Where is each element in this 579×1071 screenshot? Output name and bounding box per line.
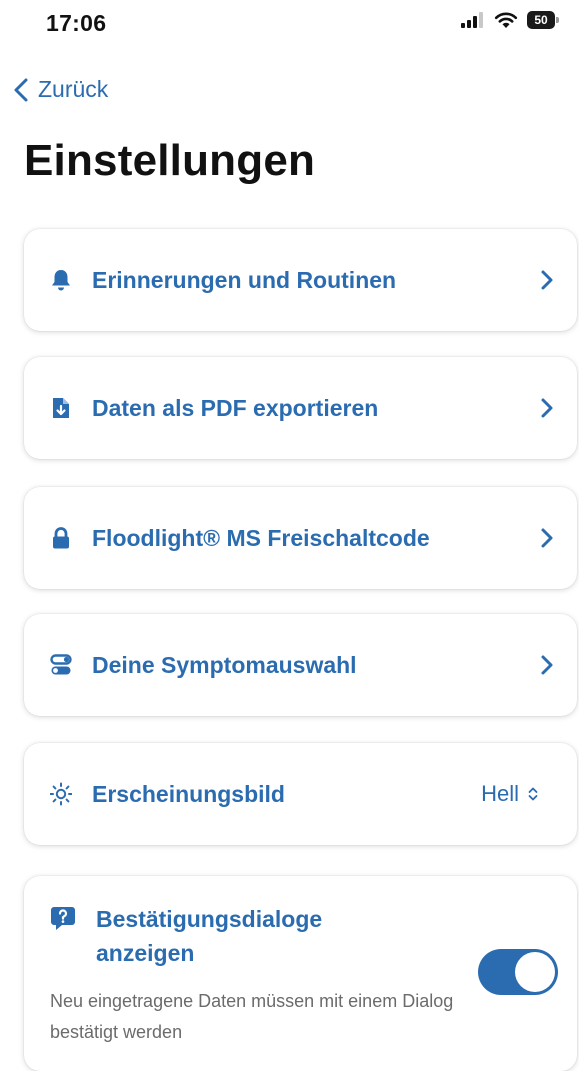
- chevron-right-icon: [541, 528, 553, 548]
- signal-icon: [461, 12, 483, 28]
- chevron-right-icon: [541, 270, 553, 290]
- chevron-left-icon: [14, 78, 28, 101]
- chevron-right-icon: [541, 655, 553, 675]
- settings-item-appearance[interactable]: Erscheinungsbild Hell: [24, 743, 577, 845]
- status-time: 17:06: [46, 10, 107, 36]
- confirm-dialogs-toggle[interactable]: [478, 949, 558, 995]
- appearance-picker[interactable]: Hell: [481, 781, 539, 807]
- question-bubble-icon: [51, 907, 75, 930]
- settings-item-label: Erinnerungen und Routinen: [92, 266, 397, 293]
- symptom-selection-icon: [50, 654, 72, 675]
- chevron-right-icon: [541, 398, 553, 418]
- bell-icon: [52, 270, 70, 291]
- confirm-dialogs-header: Bestätigungsdialoge anzeigen: [50, 902, 551, 970]
- sun-icon: [50, 782, 72, 806]
- confirm-dialogs-title: Bestätigungsdialoge anzeigen: [96, 906, 323, 966]
- status-bar: 17:06 50: [0, 0, 579, 56]
- battery-icon: 50: [527, 10, 561, 30]
- settings-item-reminders[interactable]: Erinnerungen und Routinen: [24, 229, 577, 331]
- back-label: Zurück: [38, 76, 109, 102]
- pdf-export-icon: [53, 398, 69, 418]
- page-title: Einstellungen: [24, 136, 316, 185]
- settings-item-label: Floodlight® MS Freischaltcode: [92, 524, 430, 551]
- settings-item-unlock-code[interactable]: Floodlight® MS Freischaltcode: [24, 487, 577, 589]
- settings-item-confirm-dialogs: Bestätigungsdialoge anzeigen Neu eingetr…: [24, 876, 577, 1071]
- back-button[interactable]: Zurück: [12, 76, 108, 103]
- toggle-knob: [515, 952, 555, 992]
- chevron-up-down-icon: [528, 787, 538, 801]
- settings-item-label: Deine Symptomauswahl: [92, 651, 357, 678]
- settings-item-label: Daten als PDF exportieren: [92, 394, 379, 421]
- settings-item-pdf-export[interactable]: Daten als PDF exportieren: [24, 357, 577, 459]
- battery-level: 50: [527, 11, 555, 29]
- appearance-value: Hell: [481, 781, 519, 806]
- lock-icon: [53, 527, 69, 549]
- confirm-dialogs-description: Neu eingetragene Daten müssen mit einem …: [50, 991, 454, 1042]
- settings-item-symptom-selection[interactable]: Deine Symptomauswahl: [24, 614, 577, 716]
- status-icons: 50: [459, 10, 561, 30]
- appearance-label: Erscheinungsbild: [92, 780, 285, 807]
- wifi-icon: [494, 12, 518, 28]
